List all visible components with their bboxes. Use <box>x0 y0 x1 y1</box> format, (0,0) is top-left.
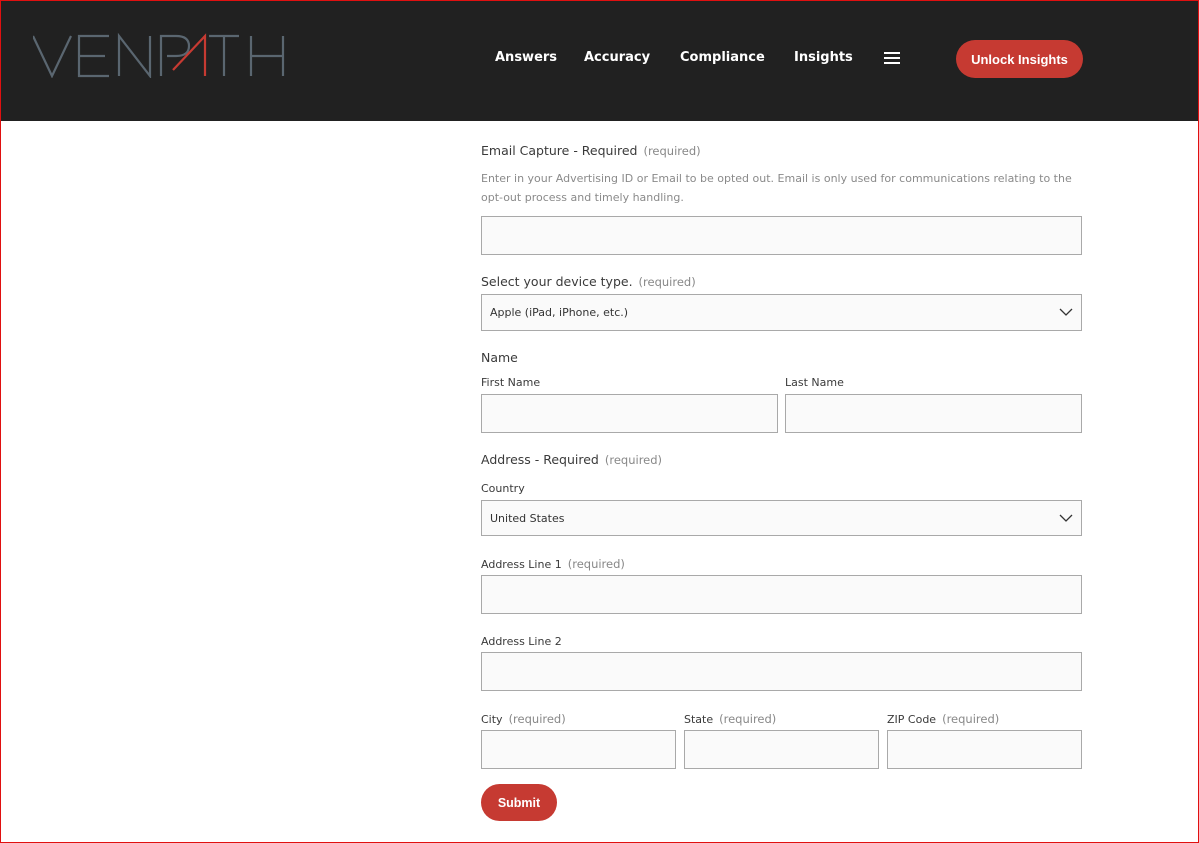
zip-label-text: ZIP Code <box>887 713 937 726</box>
city-label-text: City <box>481 713 503 726</box>
address-line1-label: Address Line 1 (required) <box>481 557 625 571</box>
state-label-text: State <box>684 713 714 726</box>
address-label: Address - Required (required) <box>481 452 662 467</box>
site-header: Answers Accuracy Compliance Insights Unl… <box>0 0 1199 121</box>
city-label: City (required) <box>481 712 566 726</box>
unlock-insights-button[interactable]: Unlock Insights <box>956 40 1083 78</box>
first-name-input[interactable] <box>481 394 778 433</box>
required-marker: (required) <box>567 557 625 571</box>
first-name-label: First Name <box>481 376 541 389</box>
required-marker: (required) <box>942 712 1000 726</box>
state-label: State (required) <box>684 712 776 726</box>
required-marker: (required) <box>638 275 696 289</box>
country-selected: United States <box>490 511 565 525</box>
device-type-selected: Apple (iPad, iPhone, etc.) <box>490 306 629 319</box>
email-label-text: Email Capture - Required <box>481 143 638 158</box>
state-input[interactable] <box>684 730 879 769</box>
address-line1-label-text: Address Line 1 <box>481 558 562 571</box>
hamburger-menu-icon[interactable] <box>884 52 900 65</box>
logo-icon <box>33 32 285 78</box>
name-label: Name <box>481 350 518 365</box>
country-label: Country <box>481 482 525 495</box>
country-select[interactable]: United States <box>481 500 1082 536</box>
zip-label: ZIP Code (required) <box>887 712 999 726</box>
required-marker: (required) <box>604 453 663 467</box>
chevron-down-icon <box>1059 308 1073 316</box>
required-marker: (required) <box>643 144 701 158</box>
nav-compliance[interactable]: Compliance <box>680 50 765 65</box>
required-marker: (required) <box>508 712 566 726</box>
address-line2-label: Address Line 2 <box>481 635 562 648</box>
address-line1-input[interactable] <box>481 575 1082 614</box>
nav-accuracy[interactable]: Accuracy <box>584 50 650 65</box>
address-line2-input[interactable] <box>481 652 1082 691</box>
device-type-select[interactable]: Apple (iPad, iPhone, etc.) <box>481 294 1082 331</box>
submit-button[interactable]: Submit <box>481 784 557 821</box>
venpath-logo[interactable] <box>33 30 285 84</box>
last-name-input[interactable] <box>785 394 1082 433</box>
nav-answers[interactable]: Answers <box>495 50 557 65</box>
chevron-down-icon <box>1059 514 1073 522</box>
device-type-label-text: Select your device type. <box>481 274 633 289</box>
email-description: Enter in your Advertising ID or Email to… <box>481 172 1072 204</box>
nav-insights[interactable]: Insights <box>794 50 853 65</box>
required-marker: (required) <box>719 712 777 726</box>
email-label: Email Capture - Required (required) <box>481 143 701 158</box>
email-input[interactable] <box>481 216 1082 255</box>
device-type-label: Select your device type. (required) <box>481 274 696 289</box>
address-label-text: Address - Required <box>481 452 599 467</box>
zip-input[interactable] <box>887 730 1082 769</box>
last-name-label: Last Name <box>785 376 844 389</box>
city-input[interactable] <box>481 730 676 769</box>
